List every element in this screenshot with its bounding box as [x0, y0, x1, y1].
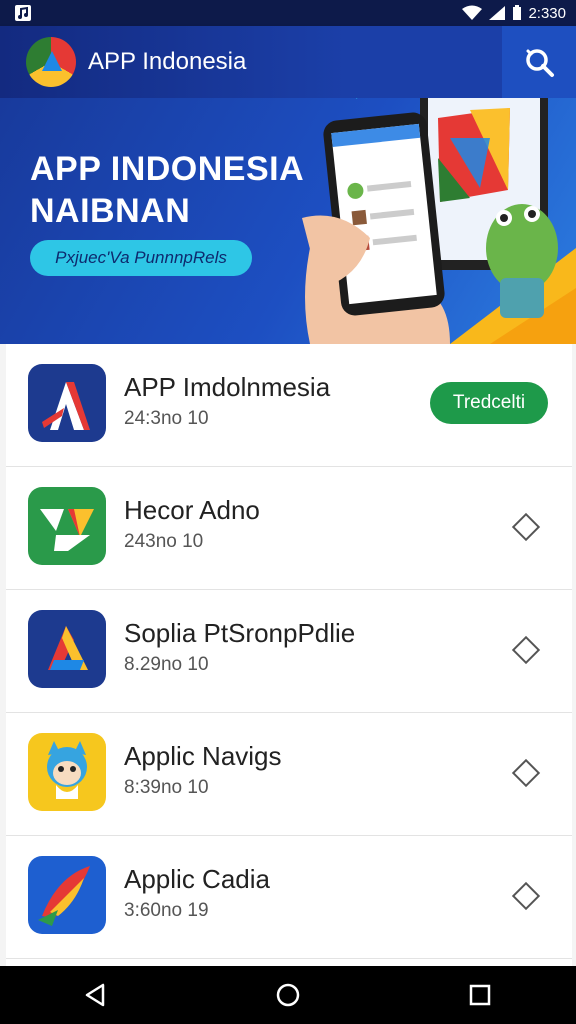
more-options-icon[interactable]: [511, 635, 541, 665]
app-subtitle: 3:60no 19: [124, 900, 209, 921]
app-subtitle: 24:3no 10: [124, 408, 209, 429]
app-icon: [28, 733, 106, 811]
app-title: APP Indonesia: [88, 48, 247, 75]
banner-title-line2: NAIBNAN: [30, 192, 191, 230]
app-bar: APP Indonesia: [0, 26, 576, 98]
list-item[interactable]: APP Imdolnmesia 24:3no 10 Tredcelti: [6, 344, 572, 467]
status-bar: 2:330: [0, 0, 576, 26]
app-title: Applic Cadia: [124, 864, 270, 894]
app-icon: [28, 856, 106, 934]
banner-title: APP INDONESIA NAIBNAN: [30, 148, 304, 232]
music-notification-icon: [15, 5, 31, 21]
list-item[interactable]: Applic Navigs 8:39no 10: [6, 713, 572, 836]
battery-icon: [513, 5, 522, 20]
status-time: 2:330: [528, 4, 566, 22]
app-list: APP Imdolnmesia 24:3no 10 Tredcelti Heco…: [6, 344, 572, 966]
app-icon: [28, 610, 106, 688]
app-icon: [28, 364, 106, 442]
banner-title-line1: APP INDONESIA: [30, 150, 305, 188]
app-title: Soplia PtSronpPdlie: [124, 618, 356, 648]
more-options-icon[interactable]: [511, 881, 541, 911]
recents-icon[interactable]: [467, 982, 493, 1008]
install-button[interactable]: Tredcelti: [430, 382, 548, 424]
promo-banner[interactable]: APP INDONESIA NAIBNAN Pxjuec'Va PunnnpRe…: [0, 98, 576, 344]
app-subtitle: 8:39no 10: [124, 777, 209, 798]
wifi-icon: [462, 5, 483, 20]
search-button[interactable]: [502, 26, 576, 98]
navigation-bar: [0, 966, 576, 1024]
app-icon: [28, 487, 106, 565]
app-subtitle: 243no 10: [124, 531, 204, 552]
app-title: Applic Navigs: [124, 741, 282, 771]
more-options-icon[interactable]: [511, 758, 541, 788]
app-logo-icon: [26, 37, 76, 87]
app-title: APP Imdolnmesia: [124, 372, 331, 402]
back-icon[interactable]: [83, 982, 109, 1008]
list-item[interactable]: Applic Cadia 3:60no 19: [6, 836, 572, 959]
banner-pill-button[interactable]: Pxjuec'Va PunnnpRels: [30, 240, 252, 276]
signal-icon: [489, 6, 506, 20]
list-item[interactable]: Soplia PtSronpPdlie 8.29no 10: [6, 590, 572, 713]
home-icon[interactable]: [275, 982, 301, 1008]
app-title: Hecor Adno: [124, 495, 260, 525]
more-options-icon[interactable]: [511, 512, 541, 542]
search-icon: [526, 49, 554, 77]
banner-illustration: [302, 98, 576, 344]
app-subtitle: 8.29no 10: [124, 654, 209, 675]
list-item[interactable]: Hecor Adno 243no 10: [6, 467, 572, 590]
